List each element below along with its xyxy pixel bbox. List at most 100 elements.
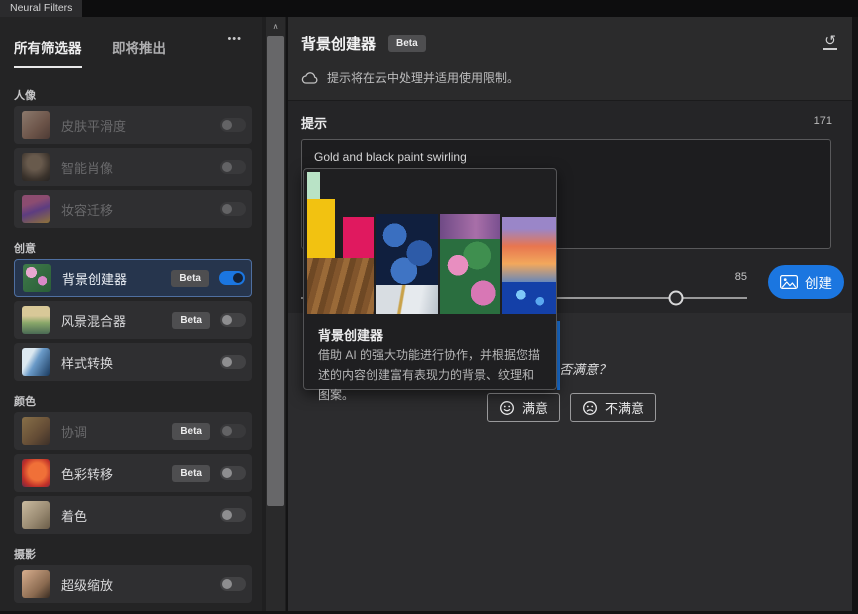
tab-neural-filters[interactable]: Neural Filters [0, 0, 82, 17]
toggle-knob [222, 204, 232, 214]
red-flower-thumbnail [22, 459, 50, 487]
toggle-knob [222, 120, 232, 130]
slider-value: 85 [717, 271, 747, 283]
tab-coming-soon[interactable]: 即将推出 [112, 37, 166, 57]
filter-sidebar: 所有筛选器 即将推出 ••• 人像皮肤平滑度智能肖像妆容迁移创意背景创建器 Bet… [0, 17, 262, 614]
filter-list: 人像皮肤平滑度智能肖像妆容迁移创意背景创建器 Beta 风景混合器 Beta 样式转换颜… [14, 73, 252, 607]
character-counter: 171 [814, 115, 832, 127]
filter-label: 超级缩放 [61, 575, 113, 594]
toggle-style-transfer[interactable] [220, 355, 246, 369]
toggle-knob [222, 510, 232, 520]
filter-section: 颜色协调Beta 色彩转移 Beta 着色 [14, 393, 252, 534]
beta-badge: Beta [172, 312, 210, 329]
scrollbar-thumb[interactable] [267, 36, 284, 506]
prompt-label: 提示 [301, 113, 327, 132]
purple-gradient-thumb [440, 214, 500, 239]
makeup-face-thumbnail [22, 195, 50, 223]
toggle-knob [222, 579, 232, 589]
filter-item-colorize[interactable]: 着色 [14, 496, 252, 534]
cloud-icon [301, 71, 319, 84]
create-button[interactable]: 创建 [768, 265, 844, 299]
filter-item-style-transfer[interactable]: 样式转换 [14, 343, 252, 381]
filter-item-super-zoom[interactable]: 超级缩放 [14, 565, 252, 603]
beta-badge: Beta [171, 270, 209, 287]
frown-icon [582, 400, 598, 416]
tab-all-filters[interactable]: 所有筛选器 [14, 37, 82, 68]
filter-section: 创意背景创建器 Beta 风景混合器 Beta 样式转换 [14, 240, 252, 381]
section-label: 颜色 [14, 393, 252, 407]
filter-item-smart-portrait[interactable]: 智能肖像 [14, 148, 252, 186]
mint-swatch [307, 172, 320, 199]
yellow-swatch [307, 199, 335, 258]
section-label: 人像 [14, 87, 252, 101]
feedback-question: 否满意？ [559, 359, 611, 378]
filter-header: 背景创建器 Beta 提示将在云中处理并适用使用限制。 ↺ [288, 17, 852, 101]
floral-pattern-thumbnail [23, 264, 51, 292]
filter-item-skin-smoothing[interactable]: 皮肤平滑度 [14, 106, 252, 144]
filter-item-harmonization[interactable]: 协调Beta [14, 412, 252, 450]
hidden-selection-edge [557, 321, 560, 390]
section-label: 创意 [14, 240, 252, 254]
filter-label: 背景创建器 [62, 269, 127, 288]
tooltip-title: 背景创建器 [318, 325, 383, 344]
section-label: 摄影 [14, 546, 252, 560]
landscape-painting-thumbnail [22, 306, 50, 334]
filter-tooltip: 背景创建器 借助 AI 的强大功能进行协作，并根据您描述的内容创建富有表现力的背… [303, 168, 557, 390]
wood-texture-thumb [307, 258, 374, 314]
neural-filters-dialog: 所有筛选器 即将推出 ••• 人像皮肤平滑度智能肖像妆容迁移创意背景创建器Bet… [0, 17, 858, 614]
filter-label: 皮肤平滑度 [61, 116, 126, 135]
marble-thumb [376, 285, 438, 314]
create-button-label: 创建 [805, 272, 832, 292]
toggle-smart-portrait[interactable] [220, 160, 246, 174]
toggle-background-creator[interactable] [219, 271, 245, 285]
scroll-up-arrow-icon[interactable]: ∧ [266, 20, 285, 34]
filter-label: 风景混合器 [61, 311, 126, 330]
beta-badge: Beta [172, 465, 210, 482]
toggle-color-transfer[interactable] [220, 466, 246, 480]
ellipsis-menu-icon[interactable]: ••• [227, 33, 242, 45]
filter-section: 人像皮肤平滑度智能肖像妆容迁移 [14, 87, 252, 228]
image-icon [780, 275, 798, 289]
toggle-knob [222, 357, 232, 367]
toggle-knob [222, 315, 232, 325]
filter-label: 智能肖像 [61, 158, 113, 177]
face-closeup-thumbnail [22, 570, 50, 598]
toggle-colorize[interactable] [220, 508, 246, 522]
tropical-flowers-thumb [440, 239, 500, 314]
dark-portrait-thumbnail [22, 153, 50, 181]
filter-label: 样式转换 [61, 353, 113, 372]
filter-title: 背景创建器 [301, 33, 376, 54]
not-satisfied-button[interactable]: 不满意 [570, 393, 656, 422]
tooltip-description: 借助 AI 的强大功能进行协作，并根据您描述的内容创建富有表现力的背景、纹理和图… [318, 345, 544, 405]
pink-swatch [343, 217, 374, 258]
filter-item-color-transfer[interactable]: 色彩转移 Beta [14, 454, 252, 492]
warm-portrait-thumbnail [22, 417, 50, 445]
wave-art-thumbnail [22, 348, 50, 376]
filter-item-makeup-transfer[interactable]: 妆容迁移 [14, 190, 252, 228]
water-drops-thumb [502, 282, 556, 314]
skin-portrait-thumbnail [22, 111, 50, 139]
toggle-harmonization[interactable] [220, 424, 246, 438]
toggle-skin-smoothing[interactable] [220, 118, 246, 132]
filter-item-background-creator[interactable]: 背景创建器 Beta [14, 259, 252, 297]
toggle-landscape-mixer[interactable] [220, 313, 246, 327]
toggle-knob [222, 468, 232, 478]
filter-item-landscape-mixer[interactable]: 风景混合器 Beta [14, 301, 252, 339]
filter-label: 协调 [61, 422, 87, 441]
toggle-super-zoom[interactable] [220, 577, 246, 591]
sunset-thumb [502, 217, 556, 282]
window-frame-right [852, 17, 858, 614]
filter-label: 着色 [61, 506, 87, 525]
cloud-processing-note: 提示将在云中处理并适用使用限制。 [327, 69, 519, 86]
beta-badge: Beta [388, 35, 426, 52]
sidebar-scrollbar: ∧ [262, 17, 288, 614]
toggle-knob [233, 273, 243, 283]
reset-icon[interactable]: ↺ [823, 33, 837, 50]
slider-handle[interactable] [668, 291, 683, 306]
filter-label: 色彩转移 [61, 464, 113, 483]
filter-label: 妆容迁移 [61, 200, 113, 219]
toggle-knob [222, 426, 232, 436]
filter-section: 摄影超级缩放 [14, 546, 252, 603]
toggle-makeup-transfer[interactable] [220, 202, 246, 216]
sepia-photo-thumbnail [22, 501, 50, 529]
